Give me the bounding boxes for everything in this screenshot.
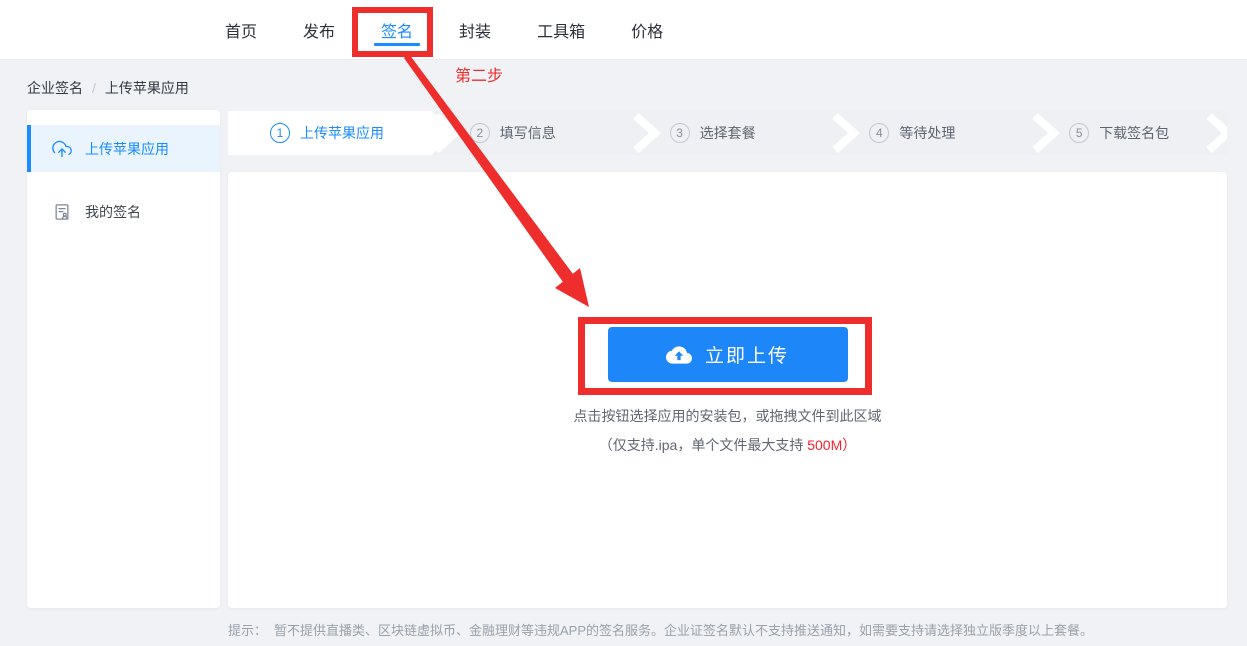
max-size-value: 500M [807, 437, 843, 453]
step-1-upload: 1 上传苹果应用 [228, 111, 428, 155]
step-number-badge: 3 [669, 123, 690, 143]
breadcrumb-separator: / [92, 80, 96, 96]
chevron-right-icon [832, 113, 861, 153]
step-label: 下载签名包 [1099, 125, 1170, 141]
upload-now-button[interactable]: 立即上传 [607, 327, 848, 382]
sidebar-item-my-signatures[interactable]: 我的签名 [27, 188, 220, 235]
breadcrumb: 企业签名 / 上传苹果应用 [27, 78, 189, 98]
chevron-right-icon [1032, 113, 1061, 153]
breadcrumb-current: 上传苹果应用 [104, 80, 189, 96]
nav-item-price[interactable]: 价格 [631, 0, 663, 59]
nav-item-sign[interactable]: 签名 [381, 0, 413, 59]
step-number-badge: 4 [869, 123, 890, 143]
chevron-right-icon [632, 113, 661, 153]
hint-suffix: ） [842, 437, 857, 453]
cloud-upload-icon [665, 342, 692, 368]
sidebar: 上传苹果应用 我的签名 [27, 110, 220, 608]
signature-document-icon [52, 202, 72, 222]
tip-text: 暂不提供直播类、区块链虚拟币、金融理财等违规APP的签名服务。企业证签名默认不支… [274, 623, 1094, 638]
sidebar-item-upload-apple-app[interactable]: 上传苹果应用 [27, 125, 220, 172]
step-label: 填写信息 [499, 125, 556, 141]
step-two-annotation-label: 第二步 [455, 68, 504, 85]
step-wizard: 1 上传苹果应用 2 填写信息 3 选择套餐 4 等待处理 5 下载签名包 [228, 111, 1227, 155]
step-5-download-package: 5 下载签名包 [1027, 111, 1227, 155]
nav-item-home[interactable]: 首页 [225, 0, 257, 59]
upload-button-label: 立即上传 [704, 346, 789, 367]
nav-item-package[interactable]: 封装 [459, 0, 491, 59]
tip-label: 提示： [228, 623, 268, 638]
breadcrumb-link-enterprise-sign[interactable]: 企业签名 [27, 78, 83, 98]
sidebar-item-label: 上传苹果应用 [85, 140, 169, 157]
footer-tip: 提示： 暂不提供直播类、区块链虚拟币、金融理财等违规APP的签名服务。企业证签名默… [228, 620, 1093, 639]
nav-item-toolbox[interactable]: 工具箱 [537, 0, 585, 59]
chevron-right-icon [433, 113, 461, 153]
upload-hint-line2: （仅支持.ipa，单个文件最大支持 500M） [228, 435, 1227, 455]
step-label: 上传苹果应用 [300, 125, 384, 141]
chevron-right-icon [1206, 113, 1227, 153]
main-nav: 首页 发布 签名 封装 工具箱 价格 [0, 0, 1247, 59]
sidebar-item-label: 我的签名 [85, 203, 141, 220]
step-label: 选择套餐 [699, 125, 756, 141]
nav-item-publish[interactable]: 发布 [303, 0, 335, 59]
step-2-fill-info: 2 填写信息 [428, 111, 628, 155]
top-header: 首页 发布 签名 封装 工具箱 价格 [0, 0, 1247, 60]
step-number-badge: 1 [270, 123, 290, 143]
step-4-wait-processing: 4 等待处理 [827, 111, 1027, 155]
upload-drop-zone[interactable]: 立即上传 点击按钮选择应用的安装包，或拖拽文件到此区域 （仅支持.ipa，单个文… [228, 172, 1227, 608]
screen: 首页 发布 签名 封装 工具箱 价格 企业签名 / 上传苹果应用 上传苹果应用 [0, 0, 1247, 646]
cloud-upload-icon [52, 139, 72, 159]
upload-hint-line1: 点击按钮选择应用的安装包，或拖拽文件到此区域 [573, 408, 882, 424]
step-number-badge: 5 [1069, 123, 1090, 143]
step-3-choose-plan: 3 选择套餐 [628, 111, 828, 155]
step-label: 等待处理 [899, 125, 956, 141]
step-number-badge: 2 [469, 123, 490, 143]
hint-prefix: （仅支持.ipa，单个文件最大支持 [598, 437, 808, 453]
